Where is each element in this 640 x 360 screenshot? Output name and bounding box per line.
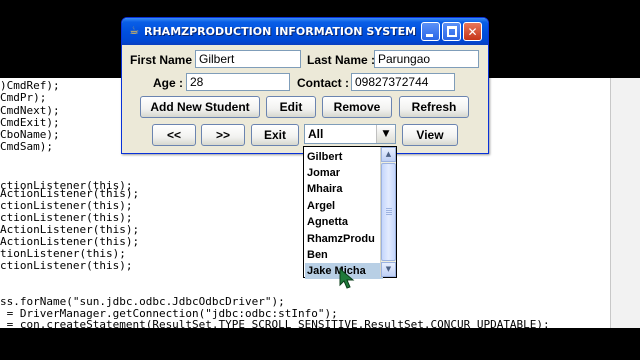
editor-side-panel	[610, 78, 640, 328]
previous-record-button[interactable]: <<	[152, 124, 196, 146]
code-line: CmdPr);	[0, 91, 47, 104]
maximize-icon	[447, 26, 457, 37]
list-item[interactable]: Jomar	[305, 165, 383, 181]
last-name-field[interactable]	[374, 50, 479, 68]
list-item[interactable]: Gilbert	[305, 149, 383, 165]
code-line: ctionListener(this);	[0, 259, 133, 272]
close-button[interactable]: ✕	[463, 22, 482, 41]
code-line: = con.createStatement(ResultSet.TYPE_SCR…	[0, 318, 550, 331]
app-window: ☕ RHAMZPRODUCTION INFORMATION SYSTEM ✕ F…	[121, 17, 489, 154]
maximize-button[interactable]	[442, 22, 461, 41]
minimize-icon	[426, 34, 433, 37]
age-label: Age :	[153, 76, 183, 90]
last-name-label: Last Name :	[307, 53, 376, 67]
scroll-thumb[interactable]	[381, 163, 396, 261]
window-title: RHAMZPRODUCTION INFORMATION SYSTEM	[144, 25, 417, 38]
remove-button[interactable]: Remove	[322, 96, 392, 118]
chevron-down-icon: ▼	[385, 265, 392, 273]
mouse-cursor-icon	[339, 267, 355, 289]
list-item[interactable]: RhamzProdu	[305, 231, 383, 247]
chevron-down-icon[interactable]: ▼	[376, 125, 395, 143]
name-filter-combo[interactable]: All ▼	[304, 124, 396, 144]
chevron-up-icon: ▲	[385, 150, 392, 158]
scroll-down-button[interactable]: ▼	[381, 262, 396, 277]
exit-button[interactable]: Exit	[251, 124, 299, 146]
dropdown-scrollbar[interactable]: ▲ ▼	[380, 147, 396, 277]
list-item[interactable]: Ben	[305, 247, 383, 263]
list-item[interactable]: Agnetta	[305, 214, 383, 230]
minimize-button[interactable]	[421, 22, 440, 41]
title-bar[interactable]: ☕ RHAMZPRODUCTION INFORMATION SYSTEM ✕	[122, 18, 488, 45]
edit-button[interactable]: Edit	[266, 96, 316, 118]
first-name-field[interactable]	[195, 50, 301, 68]
first-name-label: First Name :	[130, 53, 200, 67]
next-record-button[interactable]: >>	[201, 124, 245, 146]
combo-dropdown-list[interactable]: Gilbert Jomar Mhaira Argel Agnetta Rhamz…	[303, 146, 397, 279]
contact-label: Contact :	[297, 76, 349, 90]
grip-icon	[386, 208, 392, 216]
age-field[interactable]	[186, 73, 290, 91]
view-button[interactable]: View	[402, 124, 458, 146]
close-icon: ✕	[467, 25, 478, 39]
add-new-student-button[interactable]: Add New Student	[140, 96, 260, 118]
contact-field[interactable]	[351, 73, 455, 91]
list-item[interactable]: Mhaira	[305, 181, 383, 197]
combo-selected-value: All	[308, 127, 324, 141]
code-line: CmdSam);	[0, 140, 53, 153]
refresh-button[interactable]: Refresh	[399, 96, 469, 118]
list-item[interactable]: Argel	[305, 198, 383, 214]
scroll-up-button[interactable]: ▲	[381, 147, 396, 162]
java-cup-icon: ☕	[129, 24, 139, 37]
editor-dark-region-bottom	[0, 328, 640, 360]
